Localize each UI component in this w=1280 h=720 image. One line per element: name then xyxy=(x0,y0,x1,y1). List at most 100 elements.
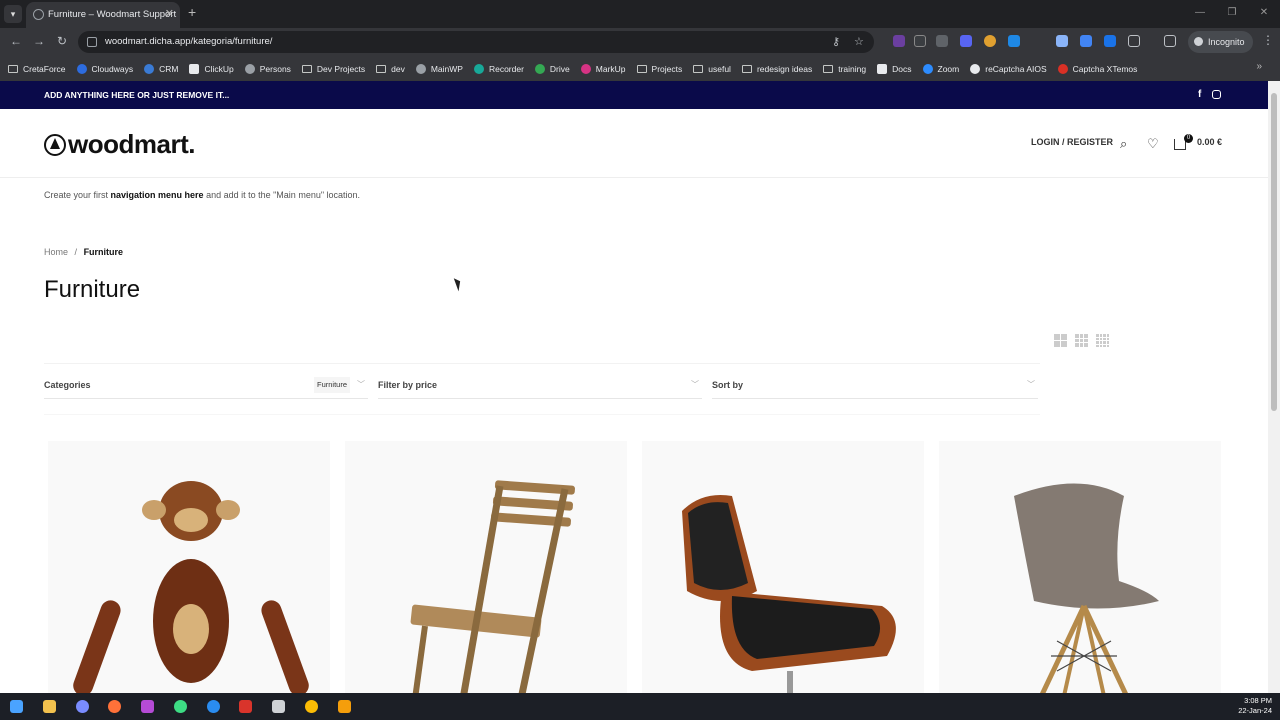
crm-icon xyxy=(144,63,155,74)
sublime-icon[interactable] xyxy=(338,700,351,713)
filezilla-icon[interactable] xyxy=(239,700,252,713)
bookmark-item[interactable]: MarkUp xyxy=(580,63,626,74)
app-icon[interactable] xyxy=(207,700,220,713)
wishlist-heart-icon[interactable]: ♡ xyxy=(1147,136,1159,152)
login-register-link[interactable]: LOGIN / REGISTER xyxy=(1031,137,1113,147)
product-card[interactable] xyxy=(345,441,627,693)
bookmark-item[interactable]: training xyxy=(823,64,866,74)
eyedropper-icon[interactable] xyxy=(914,35,926,47)
price-filter[interactable]: Filter by price ﹀ xyxy=(378,375,702,399)
cart-total[interactable]: 0.00 € xyxy=(1197,137,1222,147)
extension-icon[interactable] xyxy=(1056,35,1068,47)
bookmark-item[interactable]: Docs xyxy=(877,63,912,74)
product-card[interactable] xyxy=(642,441,924,693)
extension-icon[interactable] xyxy=(984,35,996,47)
product-image-plastic-chair xyxy=(1014,483,1159,693)
back-icon[interactable]: ← xyxy=(10,34,22,48)
extension-icon[interactable] xyxy=(960,35,972,47)
bookmark-item[interactable]: reCaptcha AIOS xyxy=(970,63,1047,74)
bookmark-item[interactable]: Persons xyxy=(244,63,291,74)
product-image-lounge-chair xyxy=(682,495,896,693)
view-switcher xyxy=(1046,334,1109,347)
sort-by-filter[interactable]: Sort by ﹀ xyxy=(712,375,1038,399)
grid-4-icon[interactable] xyxy=(1096,334,1109,347)
more-bookmarks-icon[interactable]: » xyxy=(1256,61,1262,72)
breadcrumb-current: Furniture xyxy=(83,247,124,257)
xtemos-icon xyxy=(1057,63,1068,74)
app-icon[interactable] xyxy=(174,700,187,713)
product-card[interactable] xyxy=(939,441,1221,693)
star-icon[interactable]: ☆ xyxy=(854,31,864,53)
puzzle-icon[interactable] xyxy=(1128,35,1140,47)
chevron-down-icon: ﹀ xyxy=(357,380,365,389)
maximize-icon[interactable]: ❐ xyxy=(1216,0,1248,28)
bookmark-item[interactable]: useful xyxy=(693,64,731,74)
bookmark-item[interactable]: CRM xyxy=(144,63,178,74)
extension-icon[interactable] xyxy=(936,35,948,47)
grid-2-icon[interactable] xyxy=(1054,334,1067,347)
product-image-folding-chair xyxy=(410,480,575,693)
bookmark-item[interactable]: ClickUp xyxy=(189,63,234,74)
new-tab-button[interactable]: + xyxy=(188,4,196,20)
cloudways-icon xyxy=(76,63,87,74)
key-icon[interactable]: ⚷ xyxy=(832,31,840,53)
bookmark-item[interactable]: Zoom xyxy=(922,63,959,74)
promo-topbar: ADD ANYTHING HERE OR JUST REMOVE IT... f xyxy=(0,81,1268,109)
site-logo[interactable]: woodmart. xyxy=(44,129,195,160)
more-menu-icon[interactable]: ⋮ xyxy=(1262,33,1274,47)
site-header: woodmart. LOGIN / REGISTER ⌕ ♡ 0.00 € xyxy=(0,109,1268,178)
instagram-icon[interactable] xyxy=(1212,90,1221,99)
window-controls: — ❐ ✕ xyxy=(1184,0,1280,28)
extension-icon[interactable] xyxy=(893,35,905,47)
firefox-icon[interactable] xyxy=(108,700,121,713)
grid-3-icon[interactable] xyxy=(1075,334,1088,347)
bookmark-item[interactable]: Dev Projects xyxy=(301,64,365,74)
bookmark-item[interactable]: Captcha XTemos xyxy=(1057,63,1137,74)
breadcrumb-home[interactable]: Home xyxy=(44,247,68,257)
forward-icon[interactable]: → xyxy=(33,34,45,48)
bookmark-item[interactable]: redesign ideas xyxy=(741,64,812,74)
system-clock[interactable]: 3:08 PM 22-Jan-24 xyxy=(1238,696,1272,716)
bookmark-item[interactable]: CretaForce xyxy=(8,64,66,74)
file-explorer-icon[interactable] xyxy=(43,700,56,713)
windows-start-icon[interactable] xyxy=(10,700,23,713)
app-icon[interactable] xyxy=(272,700,285,713)
minimize-icon[interactable]: — xyxy=(1184,0,1216,28)
bookmark-item[interactable]: MainWP xyxy=(415,63,463,74)
browser-tab[interactable]: Furniture – Woodmart Support ✕ xyxy=(26,2,180,28)
phpstorm-icon[interactable] xyxy=(141,700,154,713)
browser-chrome: ▾ Furniture – Woodmart Support ✕ + — ❐ ✕… xyxy=(0,0,1280,81)
extension-icon[interactable] xyxy=(1080,35,1092,47)
folder-icon xyxy=(8,64,18,73)
tab-search-button[interactable]: ▾ xyxy=(4,5,22,23)
tab-title: Furniture – Woodmart Support xyxy=(48,9,177,20)
nav-menu-link[interactable]: navigation menu here xyxy=(111,190,204,200)
globe-icon xyxy=(33,9,44,20)
page-scrollbar[interactable] xyxy=(1268,81,1280,693)
categories-filter[interactable]: Categories Furniture ﹀ xyxy=(44,375,368,399)
incognito-badge[interactable]: Incognito xyxy=(1188,31,1253,53)
product-card[interactable] xyxy=(48,441,330,693)
bookmark-item[interactable]: Drive xyxy=(534,63,570,74)
address-bar[interactable]: woodmart.dicha.app/kategoria/furniture/ … xyxy=(78,31,874,53)
site-info-icon[interactable] xyxy=(87,37,97,47)
chrome-icon[interactable] xyxy=(305,700,318,713)
bookmark-item[interactable]: Cloudways xyxy=(76,63,133,74)
bookmark-item[interactable]: dev xyxy=(376,64,405,74)
search-icon[interactable]: ⌕ xyxy=(1120,136,1127,152)
reload-icon[interactable]: ↻ xyxy=(57,34,67,48)
side-panel-icon[interactable] xyxy=(1164,35,1176,47)
close-window-icon[interactable]: ✕ xyxy=(1248,0,1280,28)
app-icon[interactable] xyxy=(76,700,89,713)
close-tab-icon[interactable]: ✕ xyxy=(165,2,174,27)
globe-icon xyxy=(244,63,255,74)
scrollbar-thumb[interactable] xyxy=(1271,93,1277,411)
extension-icon[interactable] xyxy=(1104,35,1116,47)
docs-icon xyxy=(877,63,888,74)
extension-icon[interactable] xyxy=(1008,35,1020,47)
facebook-icon[interactable]: f xyxy=(1198,81,1201,109)
bookmark-item[interactable]: Recorder xyxy=(473,63,524,74)
folder-icon xyxy=(376,64,387,73)
bookmark-item[interactable]: Projects xyxy=(636,64,682,74)
browser-toolbar: ← → ↻ woodmart.dicha.app/kategoria/furni… xyxy=(0,28,1280,55)
